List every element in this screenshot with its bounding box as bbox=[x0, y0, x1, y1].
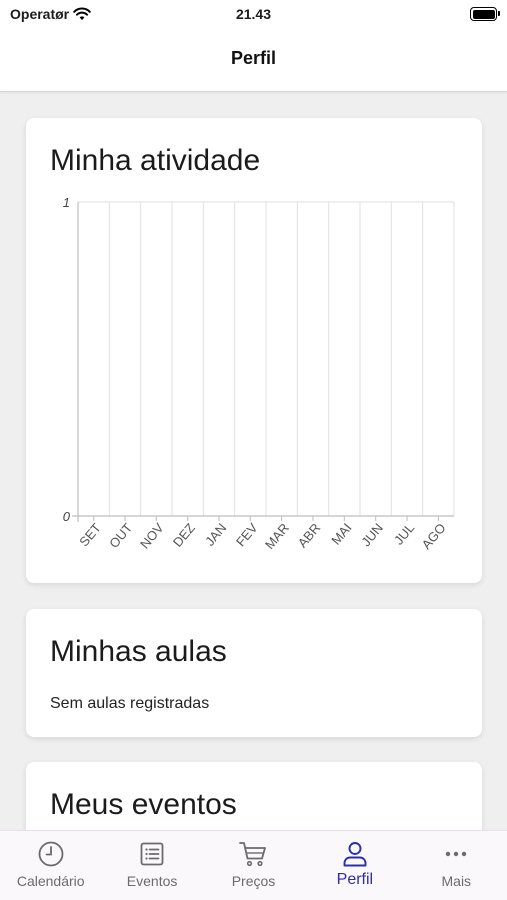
x-tick-label: DEZ bbox=[170, 520, 198, 550]
x-tick-label: OUT bbox=[106, 520, 135, 551]
list-icon bbox=[140, 842, 164, 866]
x-tick-label: JUL bbox=[391, 520, 417, 547]
x-tick-label: JAN bbox=[202, 520, 229, 548]
status-time: 21.43 bbox=[235, 6, 272, 22]
y-tick-label: 0 bbox=[63, 509, 71, 524]
tab-calendario[interactable]: Calendário bbox=[0, 831, 101, 900]
classes-card-title: Minhas aulas bbox=[50, 635, 227, 668]
classes-empty-text: Sem aulas registradas bbox=[50, 695, 210, 712]
more-dots-icon bbox=[446, 851, 467, 857]
navigation-bar: Perfil bbox=[0, 30, 507, 92]
x-tick-label: MAI bbox=[328, 520, 354, 547]
cart-icon bbox=[239, 842, 267, 867]
tab-label: Calendário bbox=[16, 873, 85, 889]
y-tick-label: 1 bbox=[63, 195, 70, 210]
tab-precos[interactable]: Preços bbox=[203, 831, 304, 900]
activity-card: Minha atividade 0 1 SET OUT NOV DEZ JAN FEV MAR A… bbox=[26, 118, 482, 583]
tab-mais[interactable]: Mais bbox=[406, 831, 507, 900]
x-tick-label: JUN bbox=[358, 520, 386, 549]
battery-full-icon bbox=[470, 7, 500, 21]
activity-chart: 0 1 SET OUT NOV DEZ JAN FEV MAR ABR MAI JUN JUL AGO bbox=[63, 195, 455, 552]
tab-perfil[interactable]: Perfil bbox=[304, 831, 405, 900]
tab-label: Eventos bbox=[126, 873, 178, 889]
tab-label: Mais bbox=[441, 873, 472, 889]
status-bar: Operatør 21.43 bbox=[0, 0, 507, 30]
tab-label: Preços bbox=[231, 873, 276, 889]
events-card-title: Meus eventos bbox=[50, 788, 237, 821]
tab-label: Perfil bbox=[336, 871, 374, 888]
x-tick-label: AGO bbox=[419, 520, 449, 552]
tab-bar: Calendário Eventos Preços Perfil Mais bbox=[0, 830, 507, 900]
x-tick-label: ABR bbox=[295, 520, 324, 550]
tab-eventos[interactable]: Eventos bbox=[101, 831, 202, 900]
x-tick-label: MAR bbox=[262, 520, 292, 552]
person-icon bbox=[343, 842, 367, 867]
classes-card: Minhas aulas Sem aulas registradas bbox=[26, 609, 482, 737]
x-tick-label: FEV bbox=[233, 520, 261, 549]
x-tick-label: NOV bbox=[137, 520, 167, 551]
page-title: Perfil bbox=[230, 48, 277, 68]
x-tick-label: SET bbox=[76, 520, 104, 549]
clock-icon bbox=[38, 841, 64, 867]
